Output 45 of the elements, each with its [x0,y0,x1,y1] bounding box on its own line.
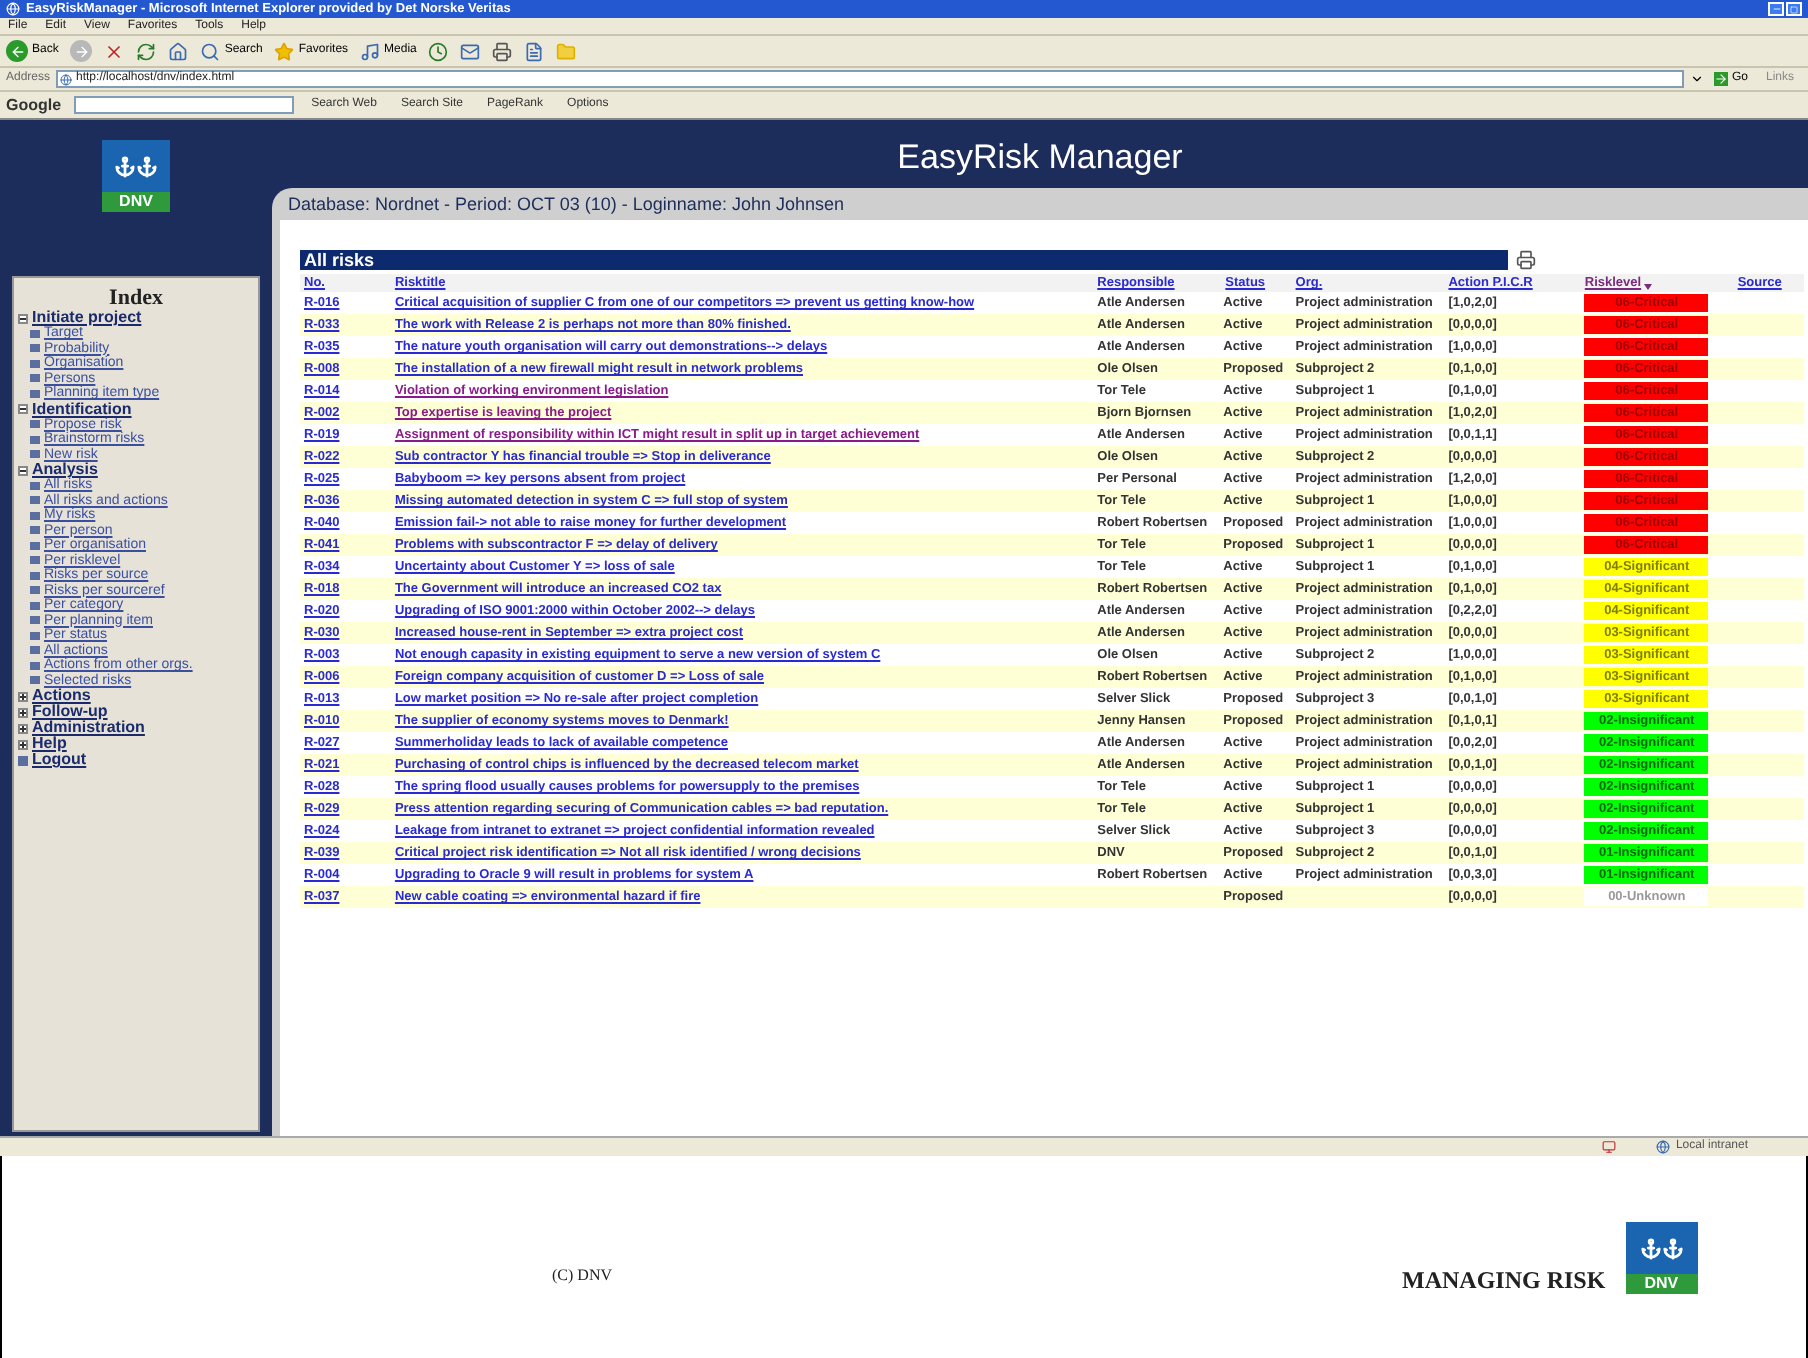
index-section-link[interactable]: Logout [32,752,87,768]
browser-icon [6,2,20,16]
index-section-link[interactable]: Follow-up [32,704,108,720]
minimize-button[interactable] [1768,2,1784,16]
collapse-icon[interactable] [18,465,28,475]
index-title: Index [107,286,165,310]
google-search-field[interactable] [73,96,294,114]
sort-arrow-icon [1643,280,1652,290]
app-title: EasyRisk Manager [897,138,1183,178]
star-icon [274,41,295,61]
search-icon [200,41,221,61]
google-label[interactable]: Google [6,93,62,117]
index-section-link[interactable]: Administration [32,720,145,736]
dnv-logo: DNV [102,140,170,276]
print-icon[interactable] [1516,250,1536,270]
slogan-text: MANAGING RISK [1402,1266,1606,1294]
print-icon[interactable] [492,41,513,61]
index-section-link[interactable]: Analysis [32,462,98,478]
dnv-logo: DNV [1625,1222,1698,1294]
copyright-text: (C) DNV [552,1264,612,1288]
music-note-icon [360,41,381,61]
maximize-button[interactable] [1786,2,1802,16]
mail-icon[interactable] [460,41,481,61]
expand-icon[interactable] [18,723,28,733]
expand-icon[interactable] [18,707,28,717]
go-arrow-icon [1713,72,1728,86]
index-section-link[interactable]: Identification [32,401,132,417]
intranet-icon [1655,1140,1670,1154]
refresh-icon[interactable] [136,41,157,61]
collapse-icon[interactable] [18,313,28,323]
expand-icon[interactable] [18,739,28,749]
expand-icon[interactable] [18,691,28,701]
edit-icon[interactable] [524,41,545,61]
index-section-link[interactable]: Actions [32,688,91,704]
minimize-icon [1771,4,1781,14]
maximize-icon [1790,5,1798,13]
index-section-link[interactable]: Initiate project [32,310,142,326]
index-section-link[interactable]: Help [32,736,67,752]
dropdown-icon[interactable] [1689,72,1704,86]
session-info: Database: Nordnet - Period: OCT 03 (10) - Loginname: John Johnsen [288,194,844,214]
collapse-icon[interactable] [18,404,28,414]
table-title: All risks [304,250,375,270]
home-icon[interactable] [168,41,189,61]
stop-icon[interactable] [104,41,125,61]
history-icon[interactable] [428,41,449,61]
